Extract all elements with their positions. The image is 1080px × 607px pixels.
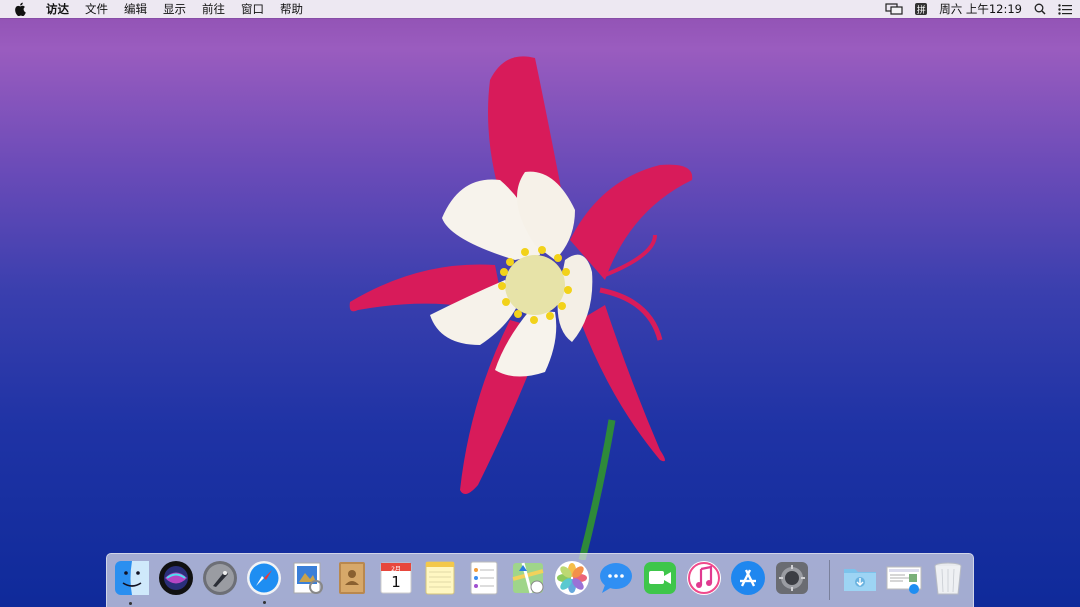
- dock-notes-icon[interactable]: [421, 559, 459, 597]
- dock-launchpad-icon[interactable]: [201, 559, 239, 597]
- dock-facetime-icon[interactable]: [641, 559, 679, 597]
- dock-messages-icon[interactable]: [597, 559, 635, 597]
- dock-calendar-icon[interactable]: 2月 1: [377, 559, 415, 597]
- spotlight-search-icon[interactable]: [1034, 3, 1046, 15]
- menu-view[interactable]: 显示: [155, 0, 194, 18]
- dock: 2月 1: [106, 553, 974, 607]
- calendar-day: 1: [391, 573, 401, 591]
- running-indicator: [263, 601, 266, 604]
- dock-photos-icon[interactable]: [553, 559, 591, 597]
- menu-bar: 访达 文件 编辑 显示 前往 窗口 帮助 拼 周六 上午12:19: [0, 0, 1080, 18]
- dock-finder-icon[interactable]: [113, 559, 151, 597]
- calendar-month: 2月: [391, 566, 401, 573]
- dock-preview-icon[interactable]: [289, 559, 327, 597]
- dock-trash-icon[interactable]: [929, 559, 967, 597]
- dock-contacts-icon[interactable]: [333, 559, 371, 597]
- menu-edit[interactable]: 编辑: [116, 0, 155, 18]
- menu-go[interactable]: 前往: [194, 0, 233, 18]
- menu-window[interactable]: 窗口: [233, 0, 272, 18]
- dock-separator: [829, 560, 830, 600]
- running-indicator: [129, 602, 132, 605]
- apple-menu-icon[interactable]: [14, 2, 28, 16]
- dock-document-stack-icon[interactable]: [885, 559, 923, 597]
- dock-maps-icon[interactable]: [509, 559, 547, 597]
- dock-safari-icon[interactable]: [245, 559, 283, 597]
- menu-help[interactable]: 帮助: [272, 0, 311, 18]
- wallpaper-flower-image: [349, 56, 693, 560]
- app-menu-finder[interactable]: 访达: [38, 0, 77, 18]
- input-method-icon[interactable]: 拼: [915, 3, 928, 16]
- dock-siri-icon[interactable]: [157, 559, 195, 597]
- dock-system-preferences-icon[interactable]: [773, 559, 811, 597]
- dock-reminders-icon[interactable]: [465, 559, 503, 597]
- dock-itunes-icon[interactable]: [685, 559, 723, 597]
- dock-app-store-icon[interactable]: [729, 559, 767, 597]
- dock-downloads-folder-icon[interactable]: [841, 559, 879, 597]
- clock[interactable]: 周六 上午12:19: [939, 1, 1022, 17]
- menu-file[interactable]: 文件: [77, 0, 116, 18]
- notification-center-icon[interactable]: [1058, 3, 1072, 15]
- airplay-icon[interactable]: [885, 3, 903, 15]
